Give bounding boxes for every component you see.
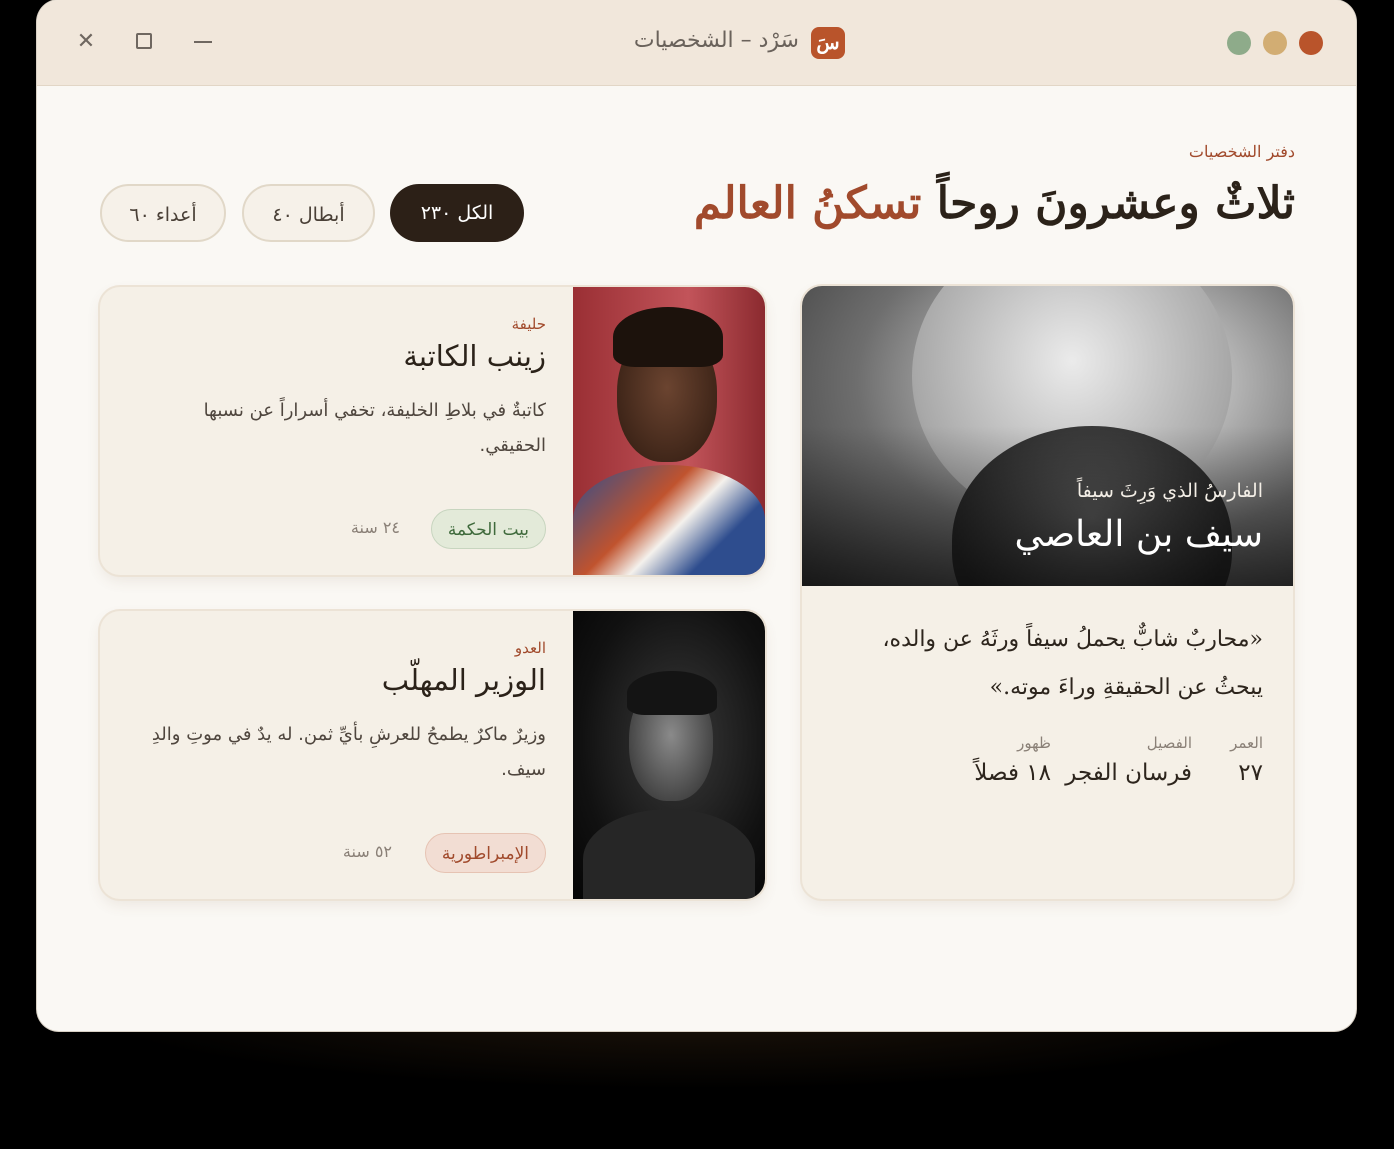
app-logo: سَ [811, 27, 845, 59]
stat-appearances: ظهور ١٨ فصلاً [974, 734, 1051, 786]
section-eyebrow: دفتر الشخصيات [1188, 142, 1295, 161]
stat-value: فرسان الفجر [1065, 760, 1192, 786]
featured-character-card[interactable]: الفارسُ الذي وَرِثَ سيفاً سيف بن العاصي … [802, 286, 1293, 899]
character-portrait [573, 287, 765, 575]
featured-name: سيف بن العاصي [1014, 514, 1263, 555]
portrait-hair [627, 671, 717, 715]
app-window: ✕ سَرْد – الشخصيات سَ دفتر الشخصيات ثلاث… [37, 0, 1356, 1031]
page-title: ثلاثٌ وعشرونَ روحاً تسكنُ العالم [694, 178, 1295, 229]
stat-label: العمر [1230, 734, 1263, 752]
stat-label: الفصيل [1146, 734, 1192, 752]
stat-faction: الفصيل فرسان الفجر [1065, 734, 1192, 786]
faction-badge[interactable]: بيت الحكمة [430, 509, 546, 549]
character-card[interactable]: العدو الوزير المهلّب وزيرٌ ماكرٌ يطمحُ ل… [100, 611, 765, 899]
portrait-clothing [583, 809, 755, 899]
character-card[interactable]: حليفة زينب الكاتبة كاتبةٌ في بلاطِ الخلي… [100, 287, 765, 575]
character-age: ٥٢ سنة [342, 842, 392, 861]
page-title-main: ثلاثٌ وعشرونَ روحاً [936, 178, 1295, 229]
faction-badge[interactable]: الإمبراطورية [424, 833, 546, 873]
character-age: ٢٤ سنة [350, 518, 400, 537]
stat-label: ظهور [1017, 734, 1051, 752]
traffic-light-green[interactable] [1227, 31, 1251, 55]
character-description: وزيرٌ ماكرٌ يطمحُ للعرشِ بأيِّ ثمن. له ي… [151, 724, 546, 780]
stat-value: ٢٧ [1238, 760, 1263, 786]
filter-heroes[interactable]: أبطال ٤٠ [242, 184, 375, 242]
portrait-overlay [802, 426, 1293, 586]
maximize-icon[interactable] [133, 30, 157, 54]
window-title: سَرْد – الشخصيات [633, 28, 799, 53]
close-icon[interactable]: ✕ [74, 30, 98, 54]
stat-age: العمر ٢٧ [1230, 734, 1263, 786]
character-role: حليفة [511, 315, 546, 333]
traffic-light-red[interactable] [1299, 31, 1323, 55]
character-name: الوزير المهلّب [381, 663, 546, 697]
filter-enemies[interactable]: أعداء ٦٠ [100, 184, 226, 242]
page-title-accent: تسكنُ العالم [693, 178, 922, 229]
character-portrait [573, 611, 765, 899]
stat-value: ١٨ فصلاً [974, 760, 1051, 786]
character-role: العدو [514, 639, 546, 657]
featured-portrait: الفارسُ الذي وَرِثَ سيفاً سيف بن العاصي [802, 286, 1293, 586]
character-name: زينب الكاتبة [403, 339, 546, 373]
featured-subtitle: الفارسُ الذي وَرِثَ سيفاً [1076, 480, 1263, 502]
title-bar: ✕ سَرْد – الشخصيات سَ [37, 0, 1356, 86]
portrait-hair [613, 307, 723, 367]
portrait-clothing [573, 465, 765, 575]
minimize-icon[interactable] [191, 30, 215, 54]
character-description: كاتبةٌ في بلاطِ الخليفة، تخفي أسراراً عن… [203, 400, 546, 456]
filter-all[interactable]: الكل ٢٣٠ [390, 184, 524, 242]
traffic-light-yellow[interactable] [1263, 31, 1287, 55]
featured-quote: «محاربٌ شابٌّ يحملُ سيفاً ورثَهُ عن والد… [882, 627, 1263, 700]
